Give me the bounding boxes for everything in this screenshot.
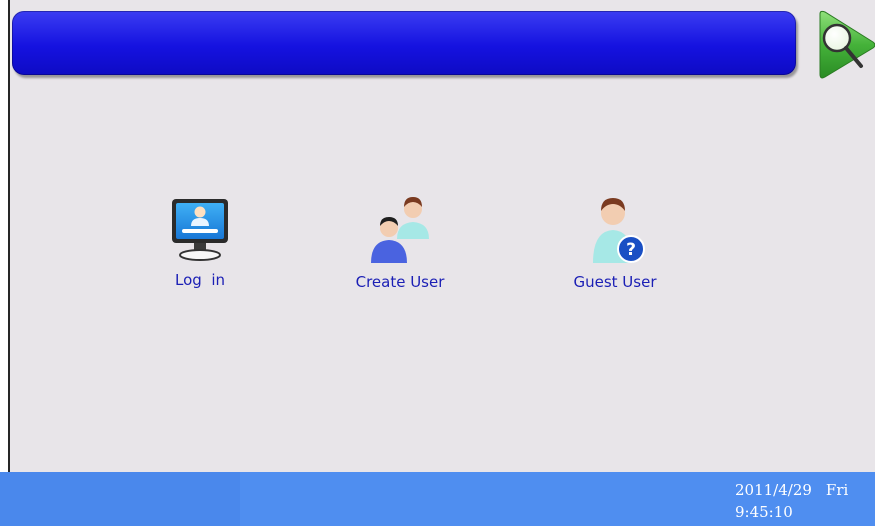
time-text: 9:45:10 [735, 503, 793, 521]
guest-user-label: Guest User [573, 273, 657, 291]
search-icon [819, 10, 875, 79]
guest-user-icon: ? [593, 198, 645, 263]
login-label: Log in [174, 271, 225, 289]
search-nav-button[interactable] [817, 8, 875, 80]
login-button[interactable]: Log in [150, 195, 250, 289]
date-text: 2011/4/29 [735, 481, 812, 499]
left-frame-edge [0, 0, 8, 472]
date-row: 2011/4/29 Fri [735, 479, 875, 501]
status-bar-left-panel [0, 472, 240, 526]
weekday-text: Fri [825, 481, 849, 499]
users-add-icon [371, 197, 429, 263]
left-frame-divider [8, 0, 10, 472]
guest-user-button[interactable]: ? Guest User [560, 193, 670, 291]
create-user-button[interactable]: Create User [345, 193, 455, 291]
datetime-display: 2011/4/29 Fri 9:45:10 [735, 479, 875, 523]
create-user-label: Create User [355, 273, 445, 291]
monitor-user-icon [172, 199, 228, 261]
svg-text:?: ? [626, 240, 636, 260]
title-bar [12, 11, 796, 75]
